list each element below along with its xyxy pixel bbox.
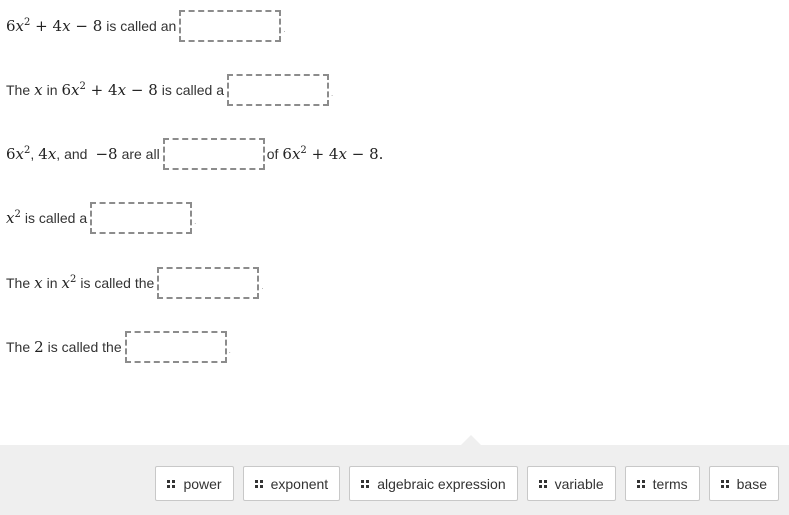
drag-handle-icon <box>538 479 547 488</box>
word-bank-chips: power exponent algebraic expression vari… <box>155 466 779 501</box>
chip-label: base <box>736 475 767 492</box>
drop-zone-2[interactable] <box>227 74 329 106</box>
chip-algebraic-expression[interactable]: algebraic expression <box>349 466 518 501</box>
question-5: The x in x2 is called the . <box>6 267 264 299</box>
period: . <box>194 216 197 226</box>
term-x2: x2 <box>6 209 21 227</box>
chip-base[interactable]: base <box>708 466 779 501</box>
question-text: of <box>266 146 279 162</box>
chip-power[interactable]: power <box>155 466 234 501</box>
drop-zone-3[interactable] <box>162 138 265 170</box>
term-neg8: −8 <box>95 145 118 163</box>
term-4x: 4x <box>38 145 57 163</box>
question-text: is called a <box>161 82 224 98</box>
period: . <box>261 281 264 291</box>
period: . <box>228 345 231 355</box>
question-text: are all <box>121 146 160 162</box>
question-text: in <box>46 82 58 98</box>
drag-handle-icon <box>361 479 370 488</box>
chip-label: terms <box>652 475 688 492</box>
chip-variable[interactable]: variable <box>526 466 616 501</box>
expression: 6x2 + 4x − 8 <box>6 17 103 35</box>
chip-label: exponent <box>270 475 329 492</box>
question-text: in <box>46 275 58 291</box>
chip-label: variable <box>554 475 604 492</box>
drop-zone-6[interactable] <box>124 331 227 363</box>
drag-handle-icon <box>254 479 263 488</box>
drag-handle-icon <box>720 479 729 488</box>
drag-handle-icon <box>167 479 176 488</box>
question-4: x2 is called a . <box>6 202 196 234</box>
question-2: The x in 6x2 + 4x − 8 is called a . <box>6 74 333 106</box>
drop-zone-4[interactable] <box>90 202 193 234</box>
term-6x2: 6x2 <box>6 145 31 163</box>
question-text: is called an <box>106 18 177 34</box>
question-6: The 2 is called the . <box>6 331 231 363</box>
drop-zone-1[interactable] <box>179 10 282 42</box>
drop-zone-5[interactable] <box>157 267 260 299</box>
question-text: is called the <box>47 339 122 355</box>
chip-terms[interactable]: terms <box>624 466 700 501</box>
chip-label: power <box>183 475 222 492</box>
question-text: is called the <box>80 275 155 291</box>
drag-handle-icon <box>636 479 645 488</box>
expression: 6x2 + 4x − 8. <box>282 145 384 163</box>
variable-x: x <box>34 274 43 292</box>
chip-exponent[interactable]: exponent <box>242 466 341 501</box>
term-x2: x2 <box>61 274 77 292</box>
period: . <box>331 88 334 98</box>
question-text: is called a <box>24 210 88 226</box>
question-text: The <box>6 275 31 291</box>
expression: 6x2 + 4x − 8 <box>61 81 158 99</box>
period: . <box>283 24 286 34</box>
question-text: The <box>6 82 31 98</box>
question-1: 6x2 + 4x − 8 is called an . <box>6 10 286 42</box>
number-2: 2 <box>34 338 44 356</box>
variable-x: x <box>34 81 43 99</box>
separator: , and <box>56 146 88 162</box>
chip-label: algebraic expression <box>377 475 506 492</box>
question-3: 6x2 , 4x , and −8 are all of 6x2 + 4x − … <box>6 138 383 170</box>
question-text: The <box>6 339 31 355</box>
separator: , <box>30 146 35 162</box>
